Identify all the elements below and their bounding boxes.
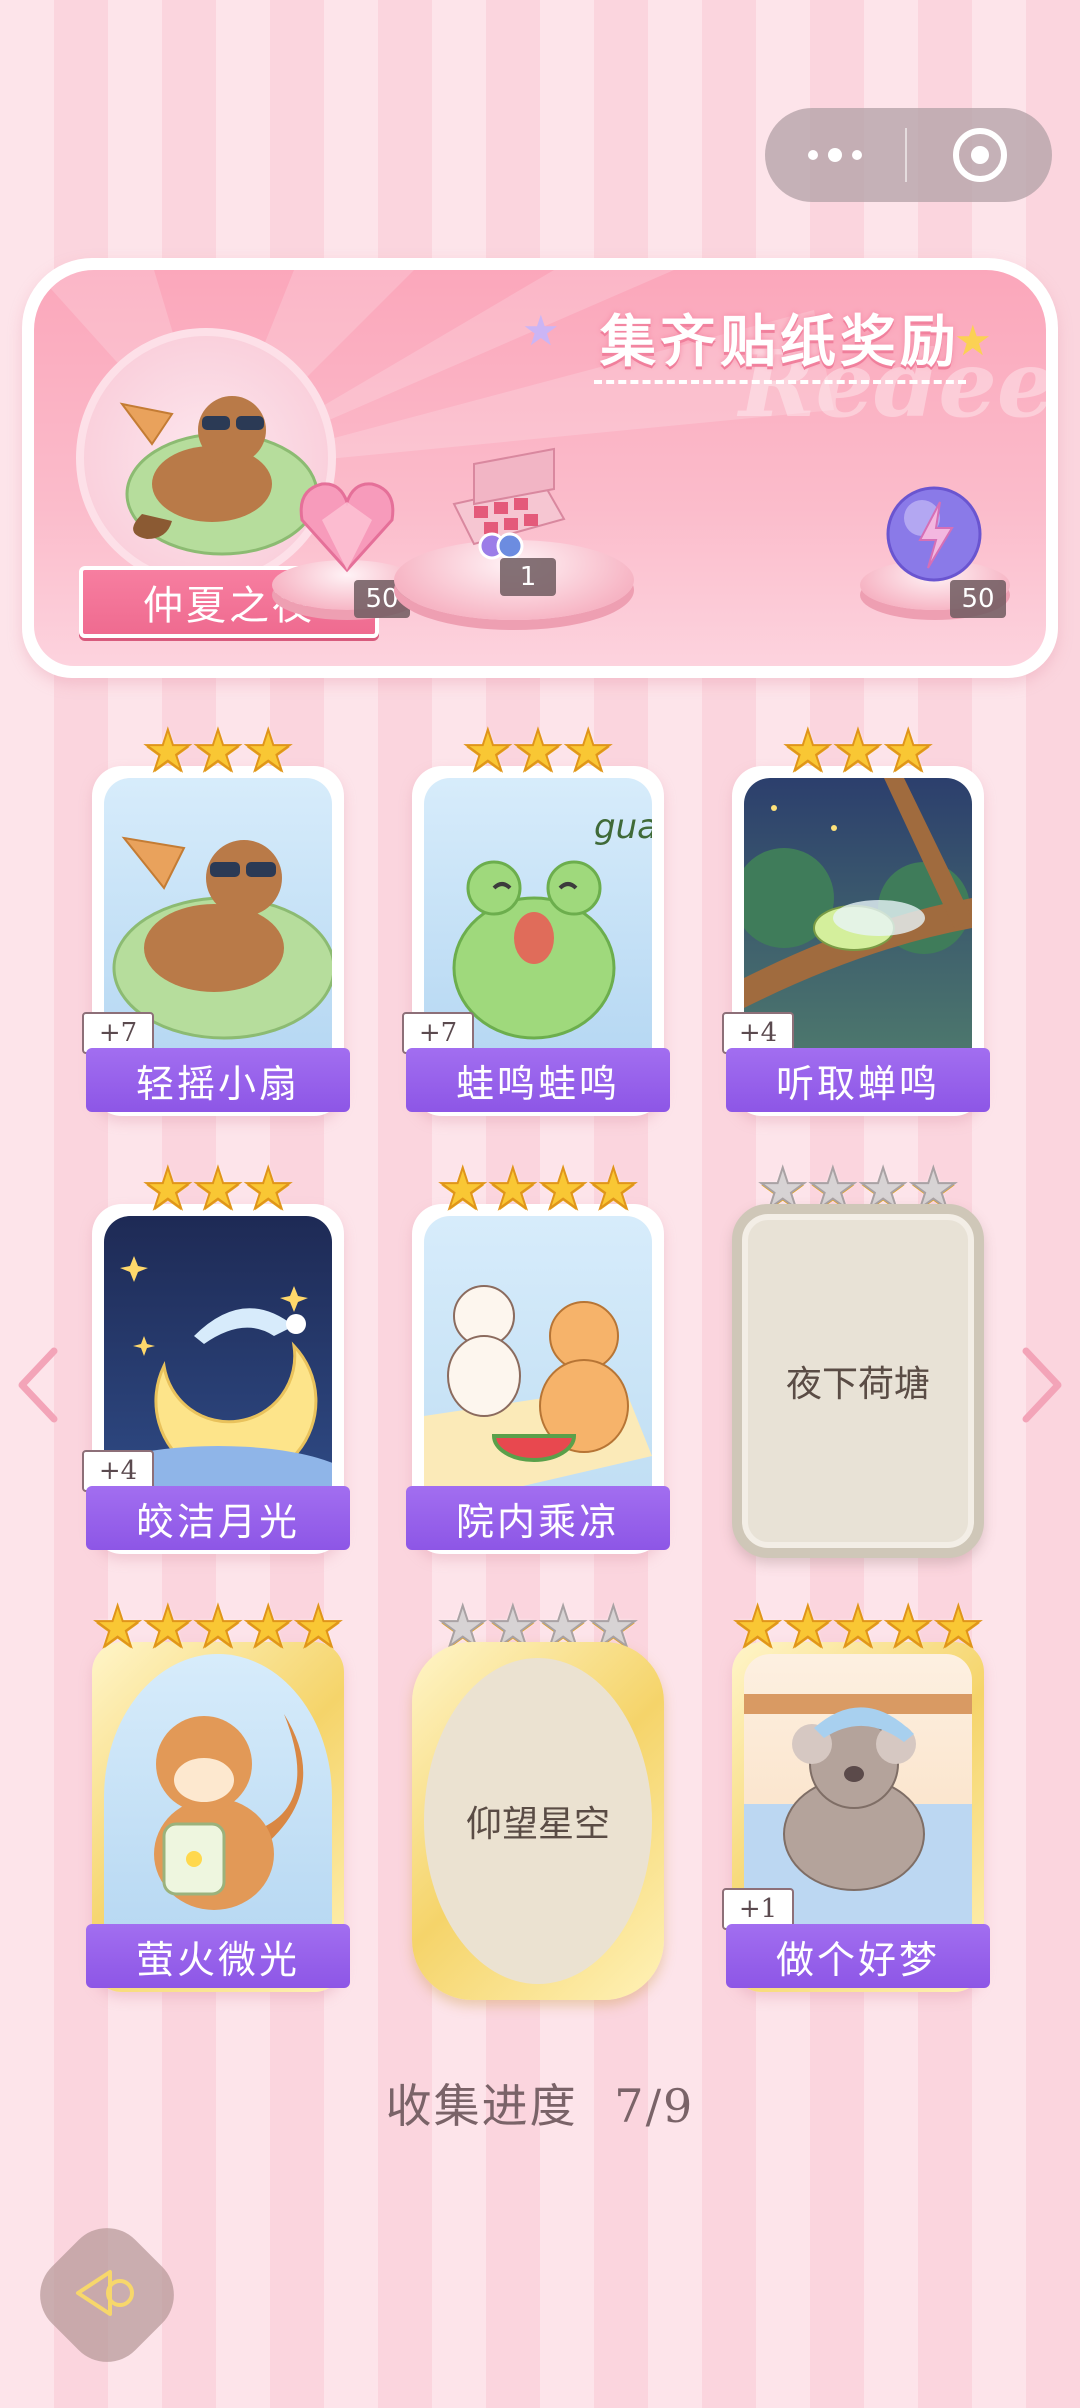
sticker-card[interactable]: ★ ★ ★ +4 皎洁月光 [82,1159,350,1554]
miniprogram-capsule [765,108,1052,202]
chevron-right-icon[interactable] [1020,1345,1066,1443]
locked-oval: 仰望星空 [424,1658,652,1984]
banner-title: 集齐贴纸奖励 [574,296,986,384]
locked-sticker-name: 仰望星空 [465,1804,610,1845]
sticker-card[interactable]: ★ ★ ★ +7 轻摇小扇 [82,721,350,1116]
gift-box-icon [452,447,566,560]
locked-sticker-card[interactable]: ★ ★ ★ ★ 夜下荷塘 [732,1159,984,1558]
sticker-name: 皎洁月光 [86,1486,350,1550]
star-rating: ★ ★ ★ ★ ★ [91,1595,344,1660]
sticker-card[interactable]: ★ ★ ★ ★ ★ 萤火微光 [86,1597,350,1992]
locked-sticker-card[interactable]: ★ ★ ★ ★ 仰望星空 [412,1597,664,2000]
star-rating: ★ ★ ★ ★ [437,1157,640,1222]
sticker-name: 轻摇小扇 [86,1048,350,1112]
collection-progress: 收集进度 7/9 [0,2070,1080,2136]
star-rating: ★ ★ ★ [782,719,935,784]
back-arrow-icon [70,2266,144,2324]
purple-energy-orb-icon [886,486,982,582]
sticker-art [104,1654,332,1940]
sticker-card[interactable]: ★ ★ ★ ★ ★ +1 做个好梦 [722,1597,990,1992]
sticker-art [424,1216,652,1502]
progress-value: 7/9 [614,2079,695,2133]
back-button[interactable] [23,2211,191,2379]
reward-banner-inner: Redeem ★ ★ 集齐贴纸奖励 仲夏之夜 50 [34,270,1046,666]
locked-sticker-name: 夜下荷塘 [785,1364,930,1405]
locked-frame: 仰望星空 [412,1642,664,2000]
cats-picnic-illustration [424,1285,652,1502]
star-rating: ★ ★ ★ ★ ★ [731,1595,984,1660]
sticker-card[interactable]: ★ ★ ★ +4 听取蝉鸣 [722,721,990,1116]
sticker-card[interactable]: ★ ★ ★ ★ 院内乘凉 [406,1159,670,1554]
sticker-name: 听取蝉鸣 [726,1048,990,1112]
reward-count: 50 [950,580,1006,618]
sticker-name: 院内乘凉 [406,1486,670,1550]
sticker-name: 蛙鸣蛙鸣 [406,1048,670,1112]
reward-banner: Redeem ★ ★ 集齐贴纸奖励 仲夏之夜 50 [22,258,1058,678]
capybara-illustration [119,396,319,556]
star-rating: ★ ★ ★ [142,719,295,784]
more-dots-icon[interactable] [765,108,905,202]
star-deco-icon: ★ [522,306,560,355]
pink-heart-gem-icon [299,482,395,573]
sticker-name: 做个好梦 [726,1924,990,1988]
progress-label: 收集进度 [385,2079,578,2133]
sticker-name: 萤火微光 [86,1924,350,1988]
star-rating: ★ ★ ★ [142,1157,295,1222]
frog-sound-text: gua [594,807,652,847]
star-rating: ★ ★ ★ [462,719,615,784]
chevron-left-icon[interactable] [14,1345,60,1443]
sticker-card[interactable]: ★ ★ ★ gua +7 蛙鸣蛙鸣 [402,721,670,1116]
reward-count: 1 [500,558,556,596]
close-target-icon[interactable] [907,128,1052,182]
locked-frame: 夜下荷塘 [732,1204,984,1558]
squirrel-illustration [154,1714,304,1910]
